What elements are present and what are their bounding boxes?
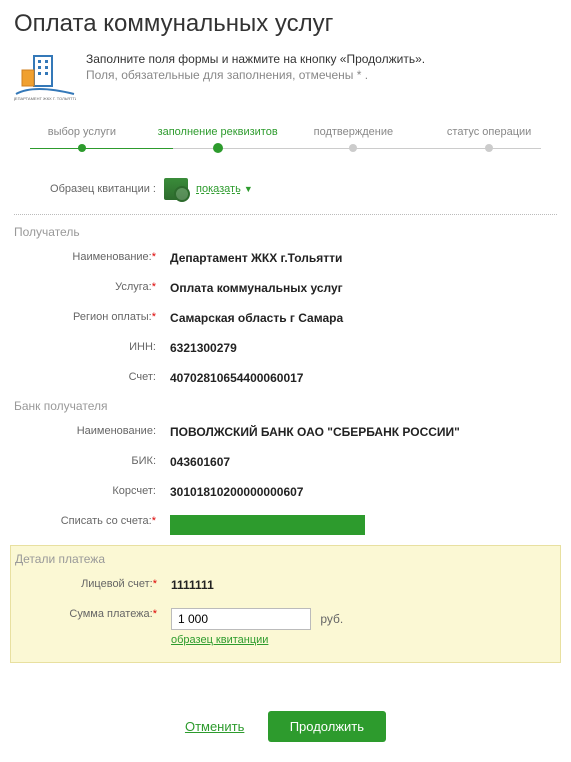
account-label: Счет: xyxy=(14,371,164,383)
payment-details-block: Детали платежа Лицевой счет:* 1111111 Су… xyxy=(10,545,561,663)
recipient-name-row: Наименование:* Департамент ЖКХ г.Тольятт… xyxy=(0,243,571,273)
kor-label: Корсчет: xyxy=(14,485,164,497)
personal-account-label: Лицевой счет: xyxy=(81,578,153,590)
bik-value: 043601607 xyxy=(164,455,557,469)
service-label: Услуга: xyxy=(115,281,152,293)
bank-name-row: Наименование: ПОВОЛЖСКИЙ БАНК ОАО "СБЕРБ… xyxy=(0,417,571,447)
sample-label: Образец квитанции : xyxy=(14,183,164,195)
kor-value: 30101810200000000607 xyxy=(164,485,557,499)
required-note: Поля, обязательные для заполнения, отмеч… xyxy=(86,68,425,82)
step-status: статус операции xyxy=(421,126,557,138)
amount-row: Сумма платежа:* руб. образец квитанции xyxy=(11,600,560,654)
separator xyxy=(14,214,557,215)
show-sample-link[interactable]: показать xyxy=(196,183,241,195)
debit-account-row: Списать со счета:* xyxy=(0,507,571,543)
region-label: Регион оплаты: xyxy=(73,311,152,323)
header-row: ДЕПАРТАМЕНТ ЖКХ Г. ТОЛЬЯТТИ Заполните по… xyxy=(0,50,571,116)
recipient-name-label: Наименование: xyxy=(72,251,151,263)
bank-name-value: ПОВОЛЖСКИЙ БАНК ОАО "СБЕРБАНК РОССИИ" xyxy=(164,425,557,439)
instruction-text: Заполните поля формы и нажмите на кнопку… xyxy=(86,52,425,66)
bank-section-title: Банк получателя xyxy=(0,393,571,417)
region-row: Регион оплаты:* Самарская область г Сама… xyxy=(0,303,571,333)
step-confirm: подтверждение xyxy=(286,126,422,138)
sample-receipt-row: Образец квитанции : показать ▼ xyxy=(0,160,571,210)
bank-name-label: Наименование: xyxy=(14,425,164,437)
amount-input[interactable] xyxy=(171,608,311,630)
personal-account-value: 1111111 xyxy=(165,578,556,592)
account-row: Счет: 40702810654400060017 xyxy=(0,363,571,393)
cancel-button[interactable]: Отменить xyxy=(185,719,244,734)
svg-text:ДЕПАРТАМЕНТ ЖКХ Г. ТОЛЬЯТТИ: ДЕПАРТАМЕНТ ЖКХ Г. ТОЛЬЯТТИ xyxy=(14,96,76,101)
region-value: Самарская область г Самара xyxy=(164,311,557,325)
kor-row: Корсчет: 30101810200000000607 xyxy=(0,477,571,507)
stepper: выбор услуги заполнение реквизитов подтв… xyxy=(0,116,571,160)
amount-label: Сумма платежа: xyxy=(69,608,152,620)
inn-value: 6321300279 xyxy=(164,341,557,355)
continue-button[interactable]: Продолжить xyxy=(268,711,386,742)
department-logo-icon: ДЕПАРТАМЕНТ ЖКХ Г. ТОЛЬЯТТИ xyxy=(14,50,76,102)
currency-label: руб. xyxy=(320,612,343,626)
page-title: Оплата коммунальных услуг xyxy=(0,0,571,50)
inn-label: ИНН: xyxy=(14,341,164,353)
chevron-down-icon: ▼ xyxy=(244,184,253,194)
bik-row: БИК: 043601607 xyxy=(0,447,571,477)
inn-row: ИНН: 6321300279 xyxy=(0,333,571,363)
debit-account-select[interactable] xyxy=(170,515,365,535)
details-section-title: Детали платежа xyxy=(11,546,560,570)
account-value: 40702810654400060017 xyxy=(164,371,557,385)
step-select-service: выбор услуги xyxy=(14,126,150,138)
receipt-icon xyxy=(164,178,188,200)
bik-label: БИК: xyxy=(14,455,164,467)
recipient-section-title: Получатель xyxy=(0,219,571,243)
debit-label: Списать со счета: xyxy=(61,515,152,527)
service-row: Услуга:* Оплата коммунальных услуг xyxy=(0,273,571,303)
step-fill-details: заполнение реквизитов xyxy=(150,126,286,138)
recipient-name-value: Департамент ЖКХ г.Тольятти xyxy=(164,251,557,265)
sample-receipt-link[interactable]: образец квитанции xyxy=(171,634,268,646)
actions-row: Отменить Продолжить xyxy=(0,671,571,762)
personal-account-row: Лицевой счет:* 1111111 xyxy=(11,570,560,600)
service-value: Оплата коммунальных услуг xyxy=(164,281,557,295)
